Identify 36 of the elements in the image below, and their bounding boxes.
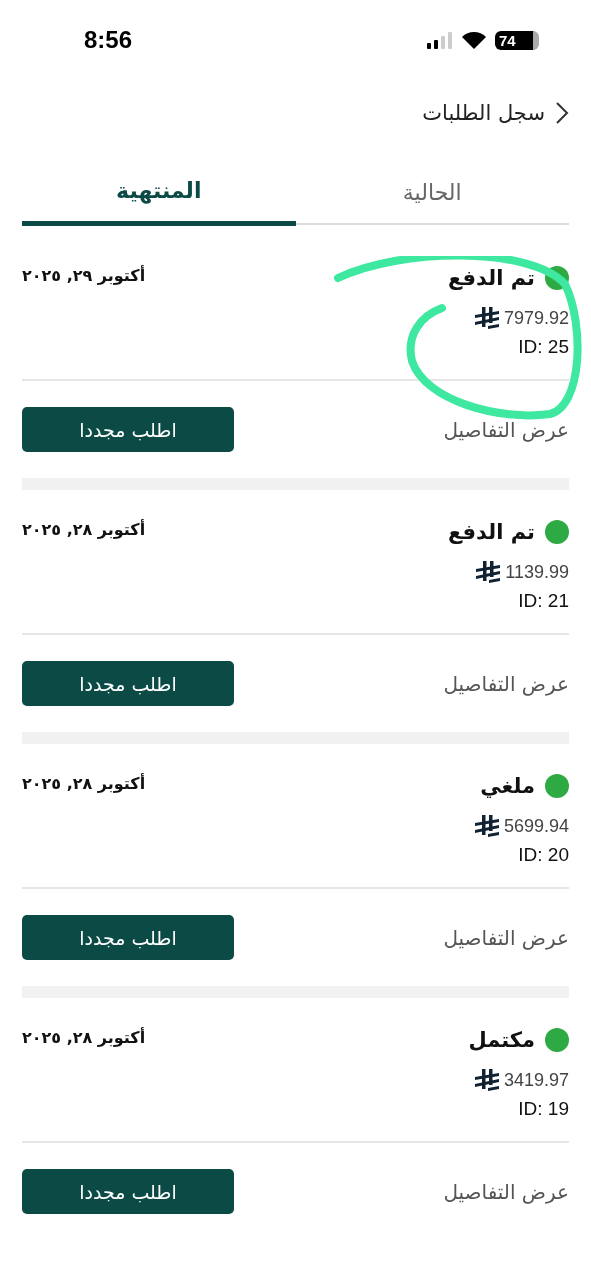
order-amount: 5699.94 (503, 815, 569, 837)
order-status: تم الدفع (448, 520, 535, 544)
back-icon[interactable] (555, 101, 569, 125)
order-amount: 1139.99 (505, 561, 569, 583)
order-amount: 7979.92 (503, 307, 569, 329)
riyal-icon (473, 814, 500, 838)
order-date: أكتوبر ٢٨, ٢٠٢٥ (22, 774, 146, 793)
details-link[interactable]: عرض التفاصيل (443, 1179, 569, 1204)
order-status: تم الدفع (448, 266, 535, 290)
order-date: أكتوبر ٢٨, ٢٠٢٥ (22, 520, 146, 539)
details-link[interactable]: عرض التفاصيل (443, 925, 569, 950)
battery-indicator: 74 (495, 30, 539, 50)
reorder-button[interactable]: اطلب مجددا (22, 915, 234, 960)
reorder-button[interactable]: اطلب مجددا (22, 1169, 234, 1214)
order-id: ID: 20 (518, 844, 569, 866)
order-id: ID: 25 (518, 336, 569, 358)
order-amount: 3419.97 (503, 1069, 569, 1091)
reorder-button[interactable]: اطلب مجددا (22, 407, 234, 452)
status-time: 8:56 (84, 26, 133, 54)
details-link[interactable]: عرض التفاصيل (443, 671, 569, 696)
details-link[interactable]: عرض التفاصيل (443, 417, 569, 442)
riyal-icon (473, 1068, 500, 1092)
order-date: أكتوبر ٢٨, ٢٠٢٥ (22, 1028, 146, 1047)
riyal-icon (475, 560, 502, 584)
tab[interactable]: الحالية (295, 161, 569, 225)
order-id: ID: 21 (518, 590, 569, 612)
order-status: مكتمل (468, 1028, 535, 1052)
wifi-icon (461, 31, 487, 49)
signal-icon (427, 31, 453, 49)
tab[interactable]: المنتهية (22, 160, 296, 226)
order-id: ID: 19 (518, 1098, 569, 1120)
riyal-icon (473, 306, 500, 330)
page-title: سجل الطلبات (422, 101, 545, 125)
order-status: ملغي (480, 774, 535, 798)
order-date: أكتوبر ٢٩, ٢٠٢٥ (22, 266, 146, 285)
reorder-button[interactable]: اطلب مجددا (22, 661, 234, 706)
